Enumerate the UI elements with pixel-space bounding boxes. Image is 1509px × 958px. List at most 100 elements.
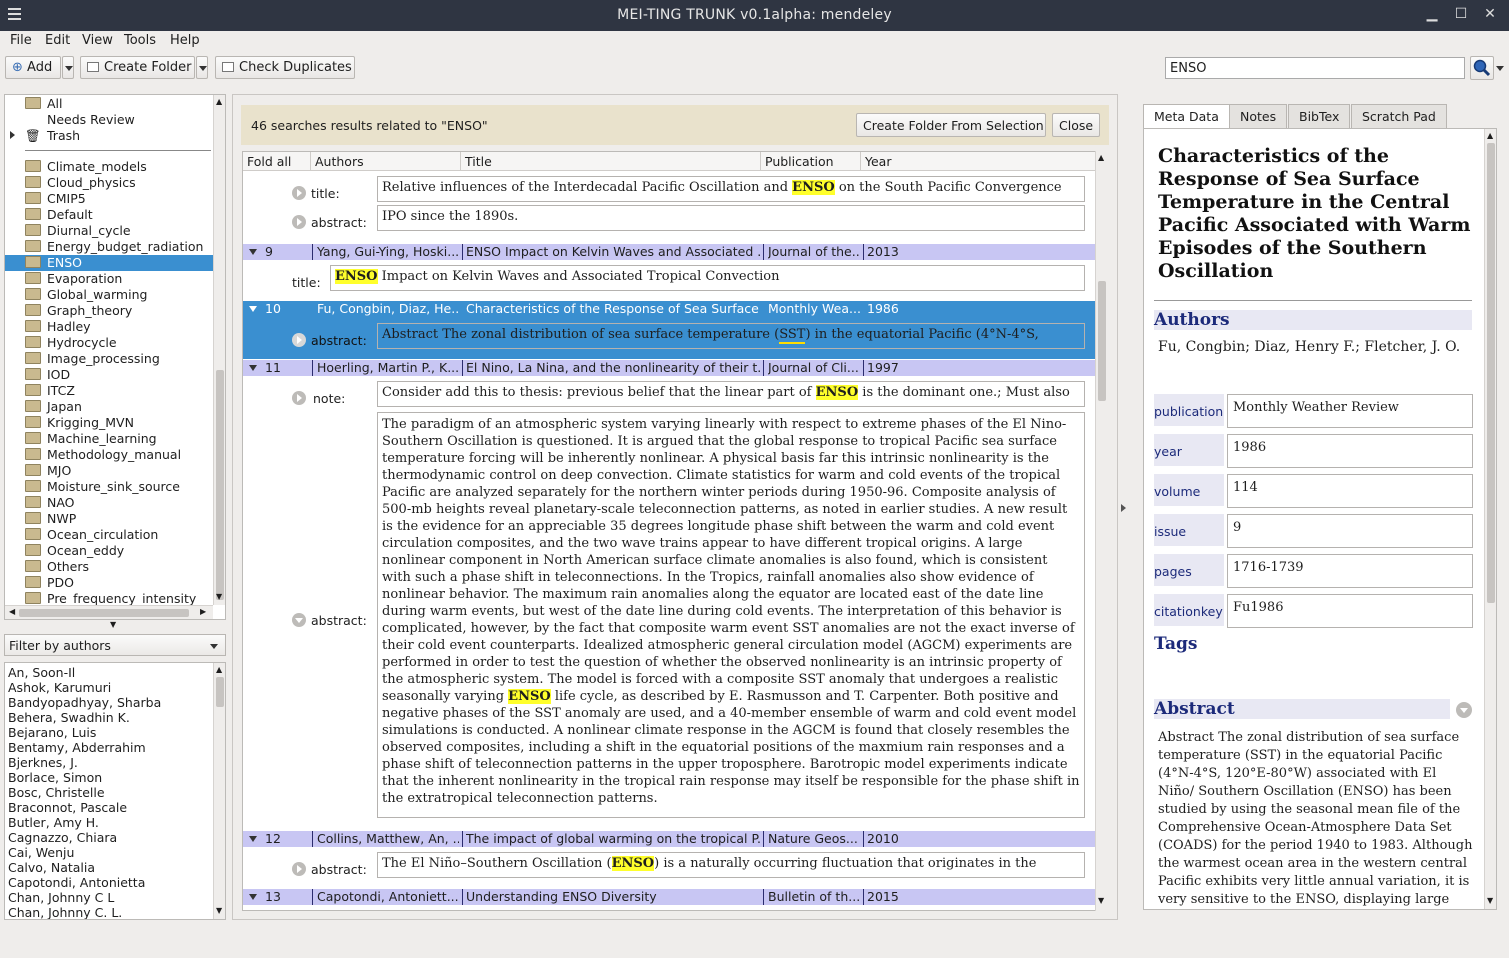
folder-ocean-circulation[interactable]: Ocean_circulation (25, 527, 158, 543)
folder-pdo[interactable]: PDO (25, 575, 74, 591)
create-folder-from-selection-button[interactable]: Create Folder From Selection (856, 113, 1046, 137)
folder-methodology-manual[interactable]: Methodology_manual (25, 447, 181, 463)
scroll-down-icon[interactable]: ▼ (216, 592, 222, 601)
folder-needs-review[interactable]: Needs Review (25, 112, 135, 128)
abstract-fold-icon[interactable] (1456, 702, 1472, 718)
author-list-item[interactable]: Braconnot, Pascale (8, 800, 127, 815)
folder-diurnal-cycle[interactable]: Diurnal_cycle (25, 223, 131, 239)
add-dropdown-button[interactable] (62, 56, 74, 79)
metadata-scroll-thumb[interactable] (1487, 143, 1495, 603)
folder-nwp[interactable]: NWP (25, 511, 76, 527)
author-list-item[interactable]: Bjerknes, J. (8, 755, 78, 770)
collapse-pane-icon[interactable]: ▼ (110, 620, 116, 629)
collapse-row-icon[interactable] (249, 836, 257, 842)
pane-splitter[interactable] (1120, 400, 1128, 620)
folder-machine-learning[interactable]: Machine_learning (25, 431, 157, 447)
scroll-up-icon[interactable]: ▲ (1098, 153, 1104, 162)
table-row[interactable]: 13 Capotondi, Antoniett... Understanding… (243, 889, 1095, 905)
pages-field[interactable]: 1716-1739 (1227, 554, 1473, 588)
author-list-item[interactable]: Ashok, Karumuri (8, 680, 111, 695)
trash-expand-icon[interactable] (10, 131, 15, 139)
collapse-row-icon[interactable] (249, 306, 257, 312)
year-header[interactable]: Year (861, 152, 1095, 171)
fold-abstract-icon[interactable] (292, 215, 306, 229)
year-field[interactable]: 1986 (1227, 434, 1473, 468)
add-button[interactable]: ⊕ Add (5, 56, 61, 79)
fold-abstract-icon[interactable] (292, 862, 306, 876)
folder-scroll-thumb[interactable] (216, 370, 224, 600)
folder-evaporation[interactable]: Evaporation (25, 271, 122, 287)
scroll-down-icon[interactable]: ▼ (1098, 896, 1104, 905)
folder-hydrocycle[interactable]: Hydrocycle (25, 335, 117, 351)
maximize-icon[interactable]: ☐ (1453, 6, 1469, 24)
folder-default[interactable]: Default (25, 207, 93, 223)
abstract-field[interactable]: The El Niño–Southern Oscillation (ENSO) … (377, 852, 1085, 878)
results-scroll-thumb[interactable] (1098, 281, 1106, 401)
author-list-item[interactable]: Bosc, Christelle (8, 785, 105, 800)
author-list-item[interactable]: Chan, Johnny C. L. (8, 905, 122, 919)
abstract-field[interactable]: IPO since the 1890s. (377, 205, 1085, 231)
check-duplicates-button[interactable]: Check Duplicates (215, 56, 355, 79)
scroll-right-icon[interactable]: ▶ (200, 607, 206, 616)
abstract-field-expanded[interactable]: The paradigm of an atmospheric system va… (377, 412, 1085, 818)
title-header[interactable]: Title (461, 152, 761, 171)
menu-help[interactable]: Help (170, 33, 200, 48)
create-folder-dropdown-button[interactable] (196, 56, 208, 79)
tab-bibtex[interactable]: BibTex (1288, 104, 1351, 128)
fold-title-icon[interactable] (292, 186, 306, 200)
folder-image-processing[interactable]: Image_processing (25, 351, 160, 367)
close-icon[interactable]: ✕ (1482, 6, 1498, 24)
author-list-item[interactable]: Borlace, Simon (8, 770, 102, 785)
folder-enso[interactable]: ENSO (25, 255, 82, 271)
folder-cloud-physics[interactable]: Cloud_physics (25, 175, 136, 191)
fold-abstract-icon[interactable] (292, 333, 306, 347)
menu-tools[interactable]: Tools (124, 33, 156, 48)
table-row[interactable]: 9 Yang, Gui-Ying, Hoski... ENSO Impact o… (243, 244, 1095, 260)
tab-meta-data[interactable]: Meta Data (1143, 104, 1230, 129)
folder-others[interactable]: Others (25, 559, 89, 575)
fold-note-icon[interactable] (292, 391, 306, 405)
document-title[interactable]: Characteristics of the Response of Sea S… (1158, 145, 1478, 283)
close-search-button[interactable]: Close (1052, 113, 1100, 137)
table-row[interactable]: 10 Fu, Congbin, Diaz, He... Characterist… (243, 301, 1095, 317)
search-input[interactable] (1165, 57, 1465, 79)
tab-notes[interactable]: Notes (1229, 104, 1288, 128)
scroll-up-icon[interactable]: ▲ (216, 97, 222, 106)
volume-field[interactable]: 114 (1227, 474, 1473, 508)
folder-trash[interactable]: 🗑 Trash (25, 128, 80, 144)
collapse-row-icon[interactable] (249, 365, 257, 371)
folder-krigging-mvn[interactable]: Krigging_MVN (25, 415, 134, 431)
author-list-item[interactable]: Behera, Swadhin K. (8, 710, 130, 725)
folder-scrollbar[interactable]: ▲ ▼ (213, 95, 225, 605)
folder-energy-budget-radiation[interactable]: Energy_budget_radiation (25, 239, 203, 255)
author-list-item[interactable]: Butler, Amy H. (8, 815, 99, 830)
title-field[interactable]: Relative influences of the Interdecadal … (377, 176, 1085, 202)
search-options-dropdown[interactable] (1494, 56, 1506, 80)
author-list-item[interactable]: Chan, Johnny C L (8, 890, 114, 905)
folder-itcz[interactable]: ITCZ (25, 383, 75, 399)
folder-cmip5[interactable]: CMIP5 (25, 191, 86, 207)
scroll-up-icon[interactable]: ▲ (216, 665, 222, 674)
results-scrollbar[interactable]: ▲ ▼ (1095, 151, 1107, 911)
collapse-row-icon[interactable] (249, 894, 257, 900)
menu-edit[interactable]: Edit (45, 33, 70, 48)
search-button[interactable] (1470, 56, 1494, 80)
folder-ocean-eddy[interactable]: Ocean_eddy (25, 543, 124, 559)
unfold-abstract-icon[interactable] (292, 613, 306, 627)
table-row[interactable]: 12 Collins, Matthew, An, ... The impact … (243, 831, 1095, 847)
issue-field[interactable]: 9 (1227, 514, 1473, 548)
menu-file[interactable]: File (10, 33, 32, 48)
abstract-field[interactable]: Abstract The zonal distribution of sea s… (377, 323, 1085, 349)
folder-iod[interactable]: IOD (25, 367, 70, 383)
authors-header[interactable]: Authors (311, 152, 461, 171)
citationkey-field[interactable]: Fu1986 (1227, 594, 1473, 628)
scroll-down-icon[interactable]: ▼ (216, 906, 222, 915)
folder-graph-theory[interactable]: Graph_theory (25, 303, 132, 319)
folder-moisture-sink-source[interactable]: Moisture_sink_source (25, 479, 180, 495)
authors-value[interactable]: Fu, Congbin; Diaz, Henry F.; Fletcher, J… (1158, 338, 1474, 356)
author-list-item[interactable]: An, Soon-Il (8, 665, 75, 680)
collapse-row-icon[interactable] (249, 249, 257, 255)
fold-all-header[interactable]: Fold all (243, 152, 311, 171)
title-field[interactable]: ENSO Impact on Kelvin Waves and Associat… (330, 265, 1085, 291)
author-list-item[interactable]: Bentamy, Abderrahim (8, 740, 146, 755)
